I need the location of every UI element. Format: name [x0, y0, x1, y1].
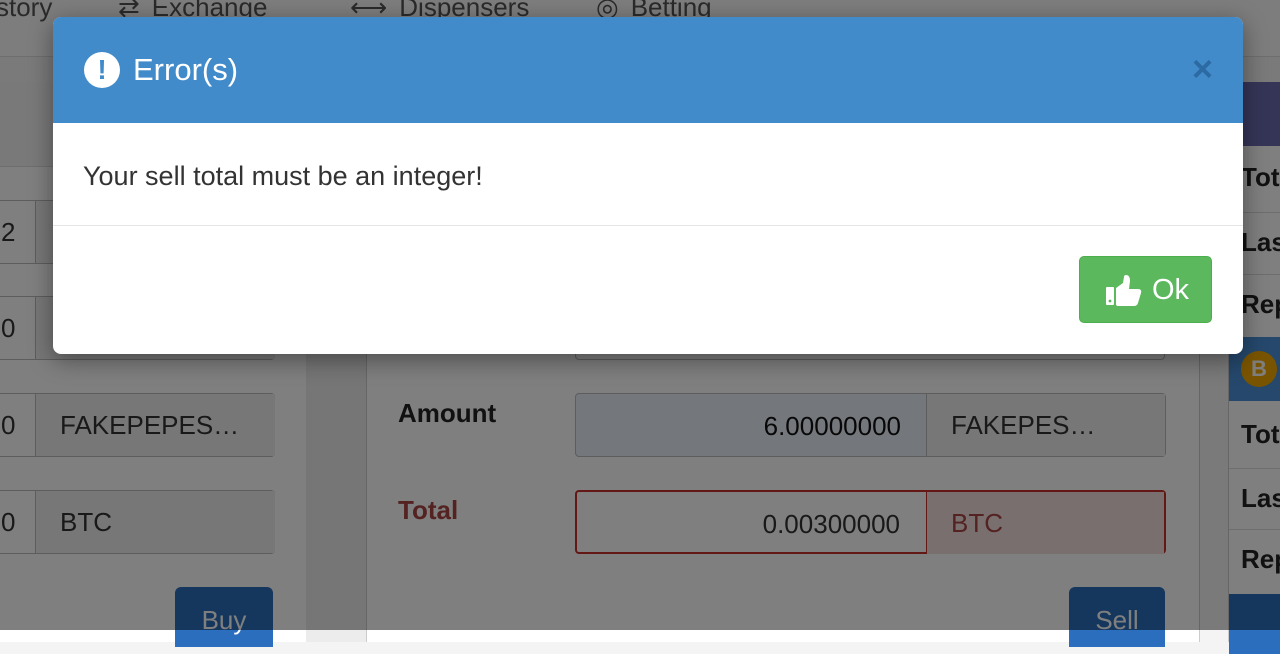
- error-modal: ! Error(s) × Your sell total must be an …: [53, 17, 1243, 354]
- modal-header: ! Error(s) ×: [53, 17, 1243, 123]
- ok-button[interactable]: Ok: [1079, 256, 1212, 323]
- exclamation-circle-icon: !: [84, 52, 120, 88]
- ok-button-label: Ok: [1152, 274, 1190, 306]
- error-message: Your sell total must be an integer!: [83, 161, 483, 191]
- modal-title: Error(s): [133, 52, 239, 87]
- thumbs-up-icon: [1106, 275, 1142, 306]
- modal-body: Your sell total must be an integer!: [53, 123, 1243, 226]
- close-button[interactable]: ×: [1192, 51, 1213, 87]
